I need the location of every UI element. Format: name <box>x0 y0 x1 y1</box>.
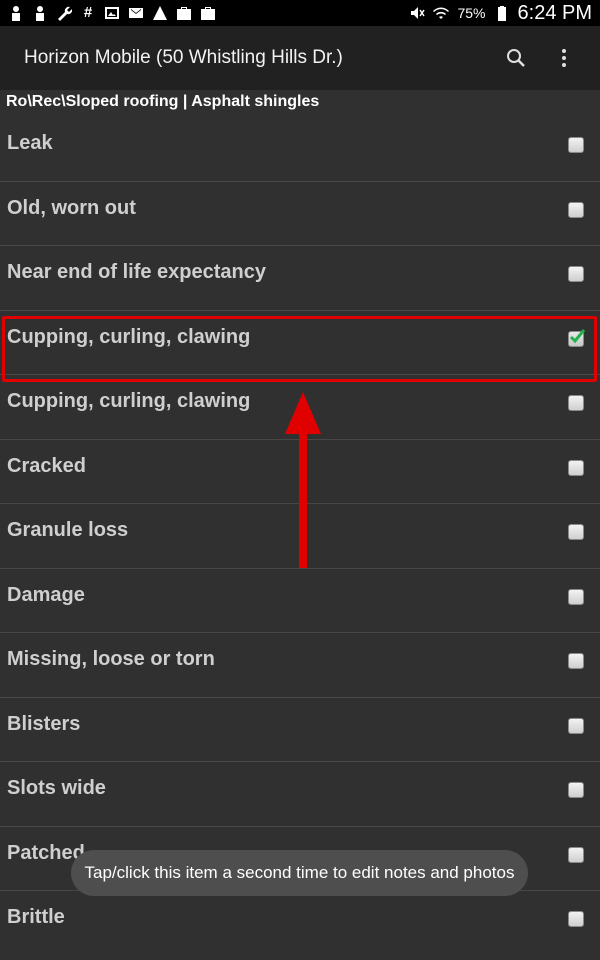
list-item[interactable]: Damage <box>0 569 600 633</box>
list-item-label: Damage <box>7 583 85 606</box>
checkbox[interactable] <box>568 782 584 798</box>
checkbox[interactable] <box>568 717 584 734</box>
warning-icon <box>152 5 168 21</box>
hash-icon: # <box>83 4 93 21</box>
system-icons: 75% 6:24 PM <box>409 2 592 25</box>
arrow-up-icon <box>285 392 321 568</box>
checkbox[interactable] <box>568 846 584 863</box>
clock: 6:24 PM <box>517 1 592 24</box>
mail-icon <box>128 5 144 21</box>
app-title: Horizon Mobile (50 Whistling Hills Dr.) <box>24 47 343 68</box>
checkbox[interactable] <box>568 653 584 669</box>
briefcase-check-icon <box>176 5 192 21</box>
app-bar: Horizon Mobile (50 Whistling Hills Dr.) <box>0 26 600 90</box>
checkbox[interactable] <box>568 137 584 153</box>
checkbox[interactable] <box>568 588 584 605</box>
notification-icons: # <box>8 5 216 21</box>
list-item[interactable]: Brittle <box>0 891 600 956</box>
list-item-label: Old, worn out <box>7 196 136 219</box>
toast-message: Tap/click this item a second time to edi… <box>71 850 528 896</box>
wifi-icon <box>433 5 450 21</box>
list-item[interactable]: Slots wide <box>0 762 600 827</box>
breadcrumb: Ro\Rec\Sloped roofing | Asphalt shingles <box>6 93 320 110</box>
search-button[interactable] <box>496 38 536 78</box>
list-item-label: Brittle <box>7 906 65 928</box>
briefcase-icon <box>200 5 216 21</box>
list-item[interactable]: Leak <box>0 117 600 182</box>
list-item[interactable]: Old, worn out <box>0 182 600 246</box>
checkbox[interactable] <box>568 459 584 476</box>
list-item-label: Slots wide <box>7 777 106 799</box>
battery-icon <box>494 5 510 21</box>
checkbox[interactable] <box>568 911 584 927</box>
wrench-icon <box>56 5 72 21</box>
list-item-label: Granule loss <box>7 519 129 541</box>
checkbox[interactable] <box>568 266 584 282</box>
list-item-label: Near end of life expectancy <box>7 261 266 283</box>
list-item-label: Blisters <box>7 712 81 735</box>
list-item[interactable]: Blisters <box>0 698 600 762</box>
overflow-menu-button[interactable] <box>544 38 584 78</box>
checkbox[interactable] <box>568 524 584 540</box>
person-icon <box>8 5 24 21</box>
overflow-menu-icon <box>562 49 566 67</box>
checkbox[interactable] <box>568 395 584 411</box>
list-item-label: Missing, loose or torn <box>7 648 215 670</box>
mute-icon <box>409 5 426 21</box>
list-item-label: Cupping, curling, clawing <box>7 390 251 412</box>
search-icon <box>507 49 525 67</box>
list-item-label: Leak <box>7 132 53 154</box>
battery-percent: 75% <box>457 5 486 21</box>
person-icon <box>32 5 48 21</box>
status-bar: # 75% 6:24 PM <box>0 0 600 26</box>
list-item[interactable]: Missing, loose or torn <box>0 633 600 698</box>
image-icon <box>104 5 120 21</box>
list-item-label: Cracked <box>7 454 86 477</box>
highlight-box <box>2 316 597 382</box>
list-item[interactable]: Near end of life expectancy <box>0 246 600 311</box>
checkbox[interactable] <box>568 201 584 218</box>
